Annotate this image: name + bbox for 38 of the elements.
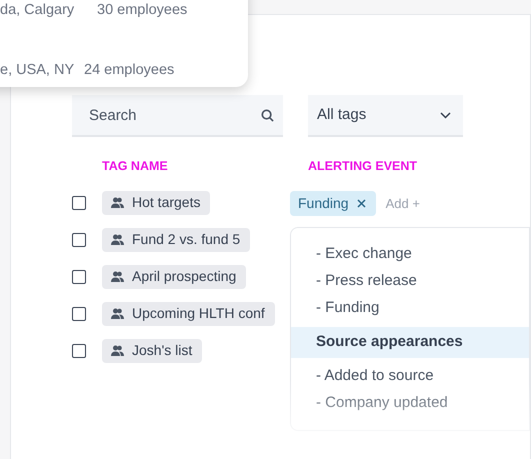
- menu-item[interactable]: - Exec change: [291, 240, 529, 268]
- column-header: ALERTING EVENT: [308, 158, 418, 175]
- menu-item[interactable]: - Added to source: [291, 362, 529, 390]
- column-header: TAG NAME: [102, 158, 169, 175]
- menu-group-item[interactable]: Source appearances: [291, 326, 529, 358]
- location-text: e, USA, NY: [0, 60, 76, 80]
- people-icon: [111, 234, 124, 246]
- search-field[interactable]: Search: [72, 95, 283, 137]
- tag-name: Josh's list: [132, 341, 192, 360]
- tag-name: Hot targets: [132, 193, 200, 212]
- tag-name: Fund 2 vs. fund 5: [132, 230, 240, 250]
- tag-checkbox[interactable]: [72, 232, 86, 247]
- tag-filter-dropdown[interactable]: All tags: [308, 95, 463, 137]
- search-icon: [261, 109, 274, 122]
- menu-item[interactable]: - Press release: [291, 268, 529, 295]
- tag-name: April prospecting: [132, 267, 236, 286]
- location-text: da, Calgary: [0, 1, 76, 20]
- people-icon: [111, 271, 124, 282]
- tag-chip[interactable]: Hot targets: [102, 190, 210, 215]
- tag-checkbox[interactable]: [72, 344, 86, 358]
- people-icon: [111, 197, 124, 208]
- people-icon: [111, 345, 124, 356]
- chevron-down-icon: [440, 112, 451, 118]
- tag-name: Upcoming HLTH conf: [132, 304, 265, 324]
- tag-checkbox[interactable]: [72, 196, 86, 210]
- tag-checkbox[interactable]: [72, 270, 86, 284]
- tag-chip[interactable]: Fund 2 vs. fund 5: [102, 228, 250, 252]
- people-icon: [111, 308, 124, 320]
- tag-chip[interactable]: April prospecting: [102, 264, 246, 289]
- menu-item[interactable]: - Company updated: [291, 390, 529, 417]
- tag-checkbox[interactable]: [72, 306, 86, 321]
- event-label: Funding: [298, 194, 349, 213]
- tag-chip[interactable]: Josh's list: [102, 338, 202, 363]
- tag-chip[interactable]: Upcoming HLTH conf: [102, 302, 275, 326]
- employee-count: 24 employees: [84, 60, 174, 80]
- employee-count: 30 employees: [97, 1, 188, 20]
- close-icon[interactable]: [356, 198, 366, 208]
- menu-item[interactable]: - Funding: [291, 294, 529, 322]
